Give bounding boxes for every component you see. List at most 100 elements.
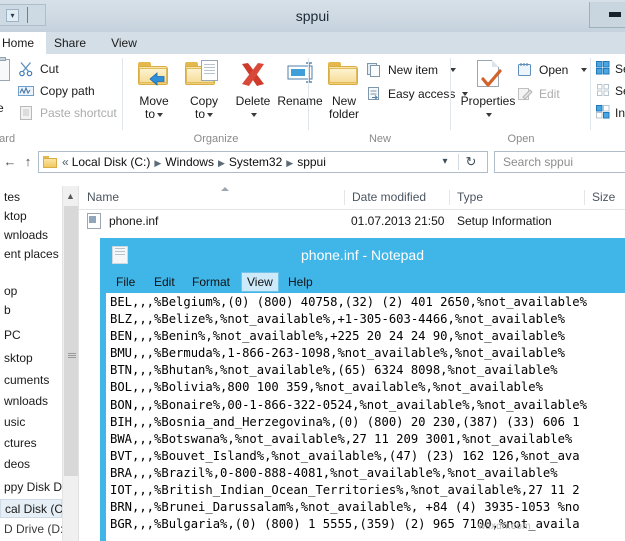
menu-format[interactable]: Format bbox=[187, 272, 235, 292]
new-item-icon bbox=[366, 62, 382, 78]
nav-item-8[interactable]: cuments bbox=[0, 371, 49, 390]
menu-file[interactable]: File bbox=[111, 272, 140, 292]
navigation-scrollbar[interactable]: ▲ bbox=[62, 186, 79, 541]
copy-path-button[interactable]: Copy path bbox=[18, 81, 118, 101]
properties-button[interactable]: Properties bbox=[458, 60, 518, 121]
cut-button[interactable]: Cut bbox=[18, 59, 108, 79]
move-to-button[interactable]: Move to bbox=[130, 60, 178, 121]
column-headers: Name Date modified Type Size bbox=[79, 186, 625, 210]
chevron-down-icon[interactable] bbox=[251, 112, 257, 117]
ribbon-divider-3 bbox=[450, 58, 451, 130]
notepad-titlebar: phone.inf - Notepad bbox=[100, 238, 625, 272]
breadcrumb-item-2[interactable]: System32 bbox=[229, 155, 282, 169]
breadcrumb[interactable]: «Local Disk (C:) ▶ Windows ▶ System32 ▶ sppui bbox=[62, 152, 326, 172]
ribbon-group-select: Se Se bbox=[594, 54, 625, 146]
invert-selection-icon bbox=[596, 105, 612, 121]
copy-to-button[interactable]: Copy to bbox=[180, 60, 228, 121]
nav-item-local-disk-c[interactable]: cal Disk (C:) bbox=[0, 499, 70, 518]
menu-help[interactable]: Help bbox=[283, 272, 318, 292]
column-header-date[interactable]: Date modified bbox=[344, 186, 449, 209]
file-date-modified: 01.07.2013 21:50 bbox=[351, 214, 445, 228]
nav-item-13[interactable]: ppy Disk Dri bbox=[0, 478, 69, 497]
nav-item-10[interactable]: usic bbox=[0, 413, 25, 432]
minimize-icon bbox=[609, 12, 621, 17]
column-header-size[interactable]: Size bbox=[584, 186, 625, 209]
chevron-down-icon[interactable]: ▾ bbox=[437, 155, 453, 169]
watermark: wsxdn.com bbox=[478, 521, 531, 532]
breadcrumb-overflow[interactable]: « bbox=[62, 155, 72, 169]
refresh-icon[interactable]: ↻ bbox=[463, 154, 479, 170]
ribbon-tabstrip: Home Share View bbox=[0, 32, 625, 54]
notepad-window: phone.inf - Notepad File Edit Format Vie… bbox=[100, 238, 625, 541]
breadcrumb-separator: ▶ bbox=[154, 158, 162, 168]
tab-home[interactable]: Home bbox=[0, 32, 46, 54]
nav-item-9[interactable]: wnloads bbox=[0, 392, 48, 411]
window-title: sppui bbox=[295, 8, 330, 24]
nav-item-7[interactable]: sktop bbox=[0, 349, 33, 368]
menu-view[interactable]: View bbox=[241, 272, 279, 292]
select-all-button[interactable]: Se bbox=[596, 59, 625, 79]
nav-item-4[interactable]: op bbox=[0, 282, 17, 301]
file-name[interactable]: phone.inf bbox=[87, 209, 158, 233]
notepad-text-area[interactable]: BEL,,,%Belgium%,(0) (800) 40758,(32) (2)… bbox=[105, 293, 625, 541]
window-titlebar: ▾ sppui bbox=[0, 0, 625, 33]
notepad-open-icon bbox=[517, 62, 533, 78]
select-all-icon bbox=[596, 61, 612, 77]
chevron-down-icon[interactable] bbox=[157, 112, 163, 117]
menu-edit[interactable]: Edit bbox=[149, 272, 180, 292]
nav-item-2[interactable]: wnloads bbox=[0, 226, 48, 245]
nav-item-0[interactable]: tes bbox=[0, 188, 20, 207]
search-input[interactable]: Search sppui bbox=[494, 151, 625, 173]
chevron-down-icon[interactable] bbox=[486, 112, 492, 117]
breadcrumb-item-0[interactable]: Local Disk (C:) bbox=[72, 155, 151, 169]
new-item-button[interactable]: New item bbox=[366, 60, 466, 80]
group-label-organize: Organize bbox=[193, 133, 239, 145]
new-folder-button[interactable]: New folder bbox=[320, 60, 368, 121]
properties-icon bbox=[472, 60, 504, 92]
easy-access-icon bbox=[366, 86, 382, 102]
group-label-open: Open bbox=[507, 133, 535, 145]
new-folder-icon bbox=[328, 60, 360, 92]
scissors-icon bbox=[18, 61, 34, 77]
invert-selection-button[interactable]: In bbox=[596, 103, 625, 123]
chevron-down-icon[interactable] bbox=[207, 112, 213, 117]
column-header-name[interactable]: Name bbox=[79, 186, 344, 209]
tab-view[interactable]: View bbox=[100, 32, 148, 54]
notepad-title: phone.inf - Notepad bbox=[301, 247, 424, 263]
group-label-clipboard: Clipboard bbox=[0, 133, 16, 145]
nav-item-12[interactable]: deos bbox=[0, 455, 30, 474]
search-placeholder: Search sppui bbox=[503, 155, 574, 169]
ribbon-divider-1 bbox=[122, 58, 123, 130]
window-minimize-button[interactable] bbox=[589, 2, 625, 28]
column-header-type[interactable]: Type bbox=[449, 186, 584, 209]
copy-to-icon bbox=[185, 60, 220, 92]
scrollbar-thumb[interactable] bbox=[64, 206, 78, 476]
back-arrow-icon[interactable]: ← bbox=[2, 154, 18, 170]
address-input[interactable]: «Local Disk (C:) ▶ Windows ▶ System32 ▶ sppui … bbox=[38, 151, 488, 173]
delete-x-icon bbox=[237, 60, 269, 92]
paste-shortcut-icon bbox=[18, 105, 34, 121]
nav-item-15[interactable]: D Drive (D:) bbox=[0, 520, 67, 539]
scrollbar-grip-icon bbox=[68, 353, 76, 359]
breadcrumb-item-3[interactable]: sppui bbox=[297, 155, 326, 169]
nav-item-5[interactable]: b bbox=[0, 301, 11, 320]
ribbon-group-clipboard: ce Cut bbox=[0, 54, 118, 146]
nav-item-3[interactable]: ent places bbox=[0, 245, 59, 264]
scroll-up-icon[interactable]: ▲ bbox=[66, 191, 75, 201]
nav-item-6[interactable]: PC bbox=[0, 326, 21, 345]
select-none-button[interactable]: Se bbox=[596, 81, 625, 101]
notepad-menubar: File Edit Format View Help bbox=[105, 272, 625, 292]
nav-item-11[interactable]: ctures bbox=[0, 434, 37, 453]
table-row[interactable]: phone.inf 01.07.2013 21:50 Setup Informa… bbox=[79, 209, 625, 233]
ribbon-group-open: Properties Open Edit Open bbox=[454, 54, 588, 146]
delete-button[interactable]: Delete bbox=[229, 60, 277, 121]
breadcrumb-separator: ▶ bbox=[217, 158, 225, 168]
open-button[interactable]: Open bbox=[517, 60, 597, 80]
tab-share[interactable]: Share bbox=[46, 32, 94, 54]
ribbon-divider-2 bbox=[308, 58, 309, 130]
up-arrow-icon[interactable]: ↑ bbox=[20, 154, 36, 170]
chevron-down-icon[interactable] bbox=[581, 68, 587, 72]
breadcrumb-item-1[interactable]: Windows bbox=[165, 155, 214, 169]
nav-item-1[interactable]: ktop bbox=[0, 207, 27, 226]
copy-path-icon bbox=[18, 83, 34, 99]
